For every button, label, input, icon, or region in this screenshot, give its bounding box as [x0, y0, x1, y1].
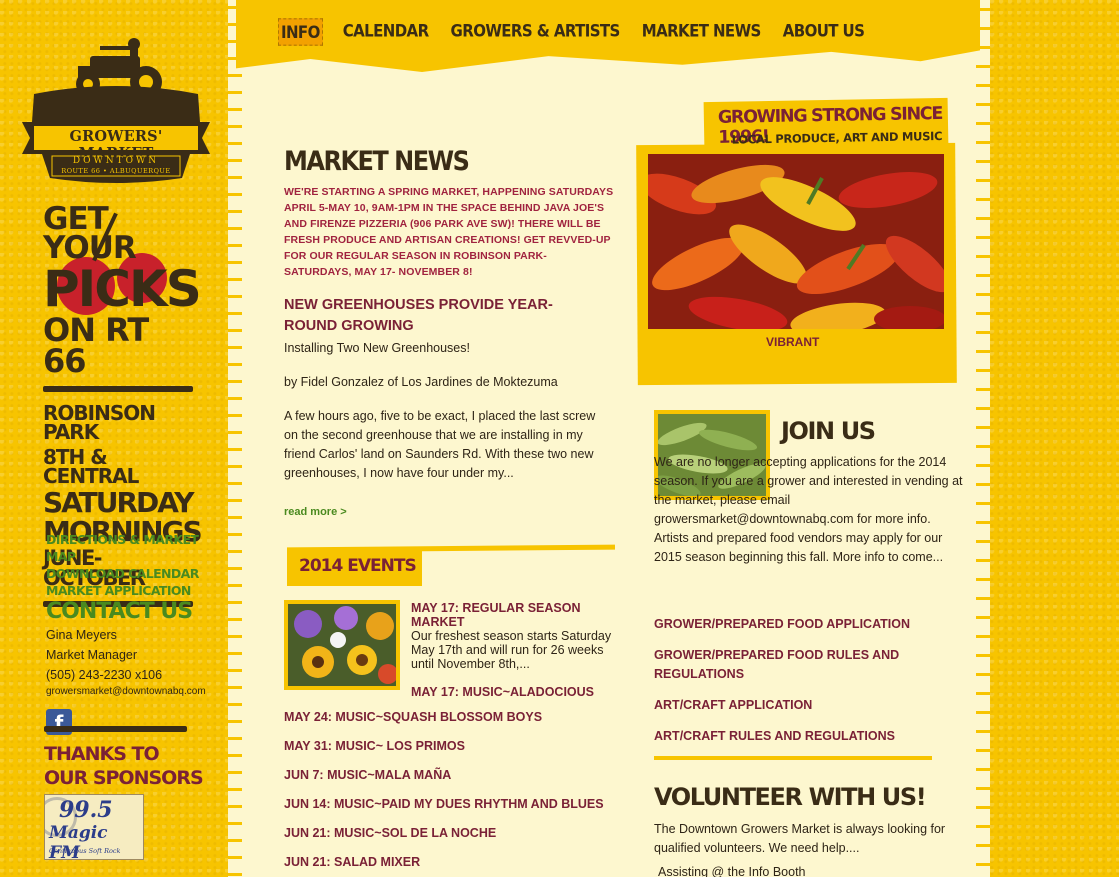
event-item[interactable]: JUN 14: MUSIC~PAID MY DUES RHYTHM AND BL… — [284, 797, 604, 812]
post-subtitle: Installing Two New Greenhouses! — [284, 341, 470, 355]
sidebar-link-application[interactable]: MARKET APPLICATION — [46, 582, 226, 599]
sidebar-link-directions[interactable]: DIRECTIONS & MARKET MAP — [46, 531, 226, 565]
nav-growers-artists[interactable]: GROWERS & ARTISTS — [449, 18, 622, 46]
event-item[interactable]: JUN 21: MUSIC~SOL DE LA NOCHE — [284, 826, 604, 841]
join-rule — [654, 756, 932, 760]
promo-line1: GET YOUR — [43, 201, 137, 267]
join-heading: JOIN US — [781, 417, 876, 445]
join-body: We are no longer accepting applications … — [654, 455, 963, 564]
sponsors-title-1: THANKS TO — [44, 743, 160, 765]
event-item[interactable]: MAY 31: MUSIC~ LOS PRIMOS — [284, 739, 604, 754]
event-item[interactable]: MAY 24: MUSIC~SQUASH BLOSSOM BOYS — [284, 710, 604, 725]
contact-phone[interactable]: (505) 243-2230 x106 — [46, 665, 226, 685]
promo-loc1: ROBINSON PARK — [43, 401, 156, 445]
promo-line2: PICKS — [43, 259, 202, 318]
nav-about-us[interactable]: ABOUT US — [781, 18, 867, 46]
flowers-photo — [288, 604, 396, 686]
main-nav: INFO CALENDAR GROWERS & ARTISTS MARKET N… — [278, 18, 867, 46]
promo-line3: ON RT 66 — [43, 311, 149, 380]
join-link[interactable]: ART/CRAFT APPLICATION — [654, 696, 944, 715]
volunteer-item: Assisting @ the Info Booth — [658, 865, 806, 877]
logo-downtown: DOWNTOWN — [72, 156, 160, 166]
peppers-photo — [648, 154, 944, 329]
market-news-heading: MARKET NEWS — [284, 146, 470, 177]
contact-title: CONTACT US — [46, 599, 193, 624]
join-links: GROWER/PREPARED FOOD APPLICATION GROWER/… — [654, 615, 944, 746]
nav-market-news[interactable]: MARKET NEWS — [640, 18, 763, 46]
nav-calendar[interactable]: CALENDAR — [341, 18, 431, 46]
sponsor-magic-fm-logo[interactable]: 99.5 Magic FM Continuous Soft Rock — [44, 794, 144, 860]
post-excerpt: A few hours ago, five to be exact, I pla… — [284, 409, 596, 480]
paper-edge-left — [228, 0, 242, 877]
promo-day1: SATURDAY — [43, 486, 195, 520]
join-link[interactable]: GROWER/PREPARED FOOD RULES AND REGULATIO… — [654, 646, 944, 684]
post-body: Installing Two New Greenhouses! by Fidel… — [284, 339, 604, 483]
post-byline: by Fidel Gonzalez of Los Jardines de Mok… — [284, 375, 558, 389]
contact-email[interactable]: growersmarket@downtownabq.com — [46, 685, 226, 699]
flowers-image[interactable] — [284, 600, 400, 690]
sponsor-number: 99.5 — [59, 797, 113, 823]
event-item[interactable]: JUN 7: MUSIC~MALA MAÑA — [284, 768, 604, 783]
volunteer-text: The Downtown Growers Market is always lo… — [654, 822, 946, 855]
join-link[interactable]: ART/CRAFT RULES AND REGULATIONS — [654, 727, 944, 746]
sidebar-link-calendar[interactable]: DOWNLOAD CALENDAR — [46, 565, 226, 582]
featured-event: MAY 17: REGULAR SEASON MARKET Our freshe… — [411, 601, 621, 699]
sponsors-title-2: OUR SPONSORS — [44, 767, 204, 789]
event-item[interactable]: JUN 21: SALAD MIXER — [284, 855, 604, 870]
featured-event-next[interactable]: MAY 17: MUSIC~ALADOCIOUS — [411, 685, 621, 699]
news-alert: WE'RE STARTING A SPRING MARKET, HAPPENIN… — [284, 186, 614, 278]
sidebar-nav: DIRECTIONS & MARKET MAP DOWNLOAD CALENDA… — [46, 531, 226, 735]
paper-edge-right — [976, 0, 990, 877]
sponsors-block: THANKS TO OUR SPONSORS 99.5 Magic FM Con… — [44, 742, 204, 860]
contact-name: Gina Meyers — [46, 628, 117, 642]
growers-market-logo[interactable]: GROWERS' MARKET DOWNTOWN ROUTE 66 • ALBU… — [20, 38, 212, 186]
contact-role: Market Manager — [46, 648, 138, 662]
feature-banner: GROWING STRONG SINCE 1996! LOCAL PRODUCE… — [703, 97, 949, 151]
join-link[interactable]: GROWER/PREPARED FOOD APPLICATION — [654, 615, 944, 634]
events-tab: 2014 EVENTS — [287, 548, 422, 586]
promo-loc2: 8TH & CENTRAL — [43, 445, 139, 489]
nav-info[interactable]: INFO — [278, 18, 323, 46]
read-more-link[interactable]: read more > — [284, 506, 347, 518]
sponsor-tagline: Continuous Soft Rock — [49, 847, 121, 855]
featured-event-title[interactable]: MAY 17: REGULAR SEASON MARKET — [411, 601, 621, 629]
sidebar-divider — [44, 726, 187, 732]
logo-route: ROUTE 66 • ALBUQUERQUE — [61, 167, 171, 175]
feature-caption: VIBRANT — [766, 335, 820, 349]
events-list: MAY 24: MUSIC~SQUASH BLOSSOM BOYS MAY 31… — [284, 710, 604, 877]
events-heading: 2014 EVENTS — [299, 556, 417, 576]
peppers-image[interactable] — [648, 154, 944, 329]
contact-info: Gina Meyers Market Manager (505) 243-223… — [46, 625, 226, 699]
volunteer-heading: VOLUNTEER WITH US! — [654, 783, 927, 811]
post-title[interactable]: NEW GREENHOUSES PROVIDE YEAR-ROUND GROWI… — [284, 295, 584, 337]
featured-event-desc: Our freshest season starts Saturday May … — [411, 629, 612, 671]
promo-divider — [43, 386, 193, 393]
